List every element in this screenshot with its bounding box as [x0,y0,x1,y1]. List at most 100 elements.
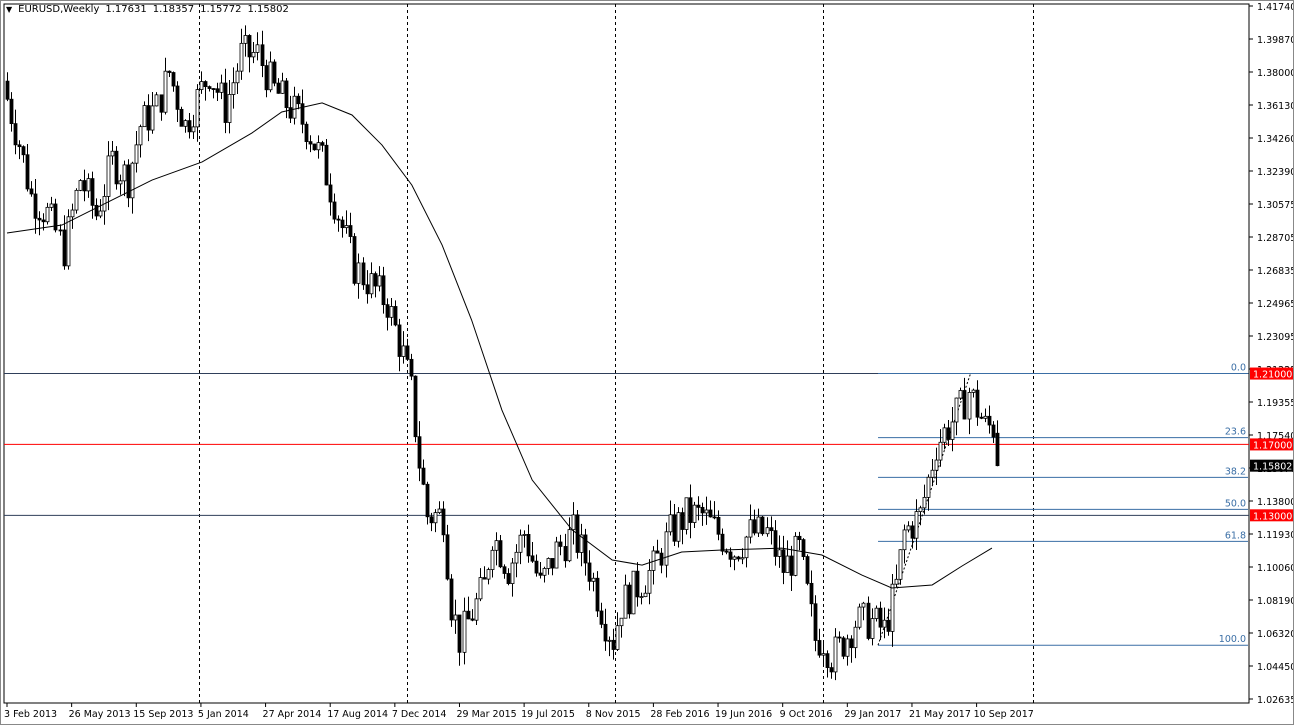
x-tick-label: 19 Jul 2015 [521,709,575,720]
candle-body [336,218,341,221]
candle-body [462,610,467,653]
candle-body [623,584,628,619]
candle-body [558,541,563,547]
candle-body [599,610,604,625]
candle-body [187,120,192,133]
candle-body [37,217,42,221]
candle-body [332,201,337,220]
current-price-label: 1.15802 [1253,462,1292,473]
x-tick-label: 9 Oct 2016 [780,709,833,720]
symbol-timeframe: EURUSD,Weekly [18,4,100,15]
dropdown-triangle-icon[interactable]: ▼ [6,5,12,14]
candle-body [607,639,612,642]
chart-window[interactable]: ▼ EURUSD,Weekly 1.17631 1.18357 1.15772 … [0,0,1294,725]
candle-body [276,82,281,94]
candle-body [631,570,636,615]
candle-body [510,562,515,584]
candle-body [235,70,240,84]
candle-body [9,98,14,125]
candle-body [546,558,551,569]
candle-body [946,427,951,440]
candle-body [716,517,721,535]
candle-body [110,150,115,157]
candle-body [142,105,147,128]
candle-body [437,508,442,514]
x-tick-label: 28 Feb 2016 [650,709,709,720]
candle-body [312,143,317,151]
candle-body [987,415,992,426]
candle-body [219,82,224,93]
candle-body [445,534,450,580]
candle-body [45,206,50,223]
candle-body [534,560,539,574]
candle-body [938,441,943,461]
candle-body [179,108,184,127]
candle-body [409,358,414,377]
candle-body [760,516,765,535]
y-tick-label: 1.10060 [1257,563,1294,574]
y-tick-label: 1.04450 [1257,662,1294,673]
candle-body [692,504,697,523]
candle-body [530,555,535,562]
candle-body [647,570,652,594]
x-tick-label: 17 Aug 2014 [327,709,388,720]
candle-body [175,85,180,110]
candle-body [385,304,390,318]
fibonacci-level-label: 61.8 [1225,530,1246,541]
x-tick-label: 5 Jan 2014 [198,709,249,720]
candle-body [712,516,717,519]
candle-body [627,584,632,615]
candle-body [433,512,438,524]
candle-body [5,80,10,100]
candle-body [522,534,527,536]
candle-body [365,284,370,295]
y-tick-label: 1.24965 [1257,299,1294,310]
candle-body [66,216,71,267]
candle-body [247,35,252,58]
candle-body [183,120,188,127]
candle-body [413,375,418,438]
candle-body [732,556,737,560]
candle-body [756,516,761,534]
candle-body [910,525,915,539]
candle-body [502,566,507,574]
candle-body [389,306,394,318]
candle-body [421,467,426,485]
candle-body [777,549,782,557]
candle-body [878,607,883,628]
candle-body [833,636,838,673]
candle-body [773,530,778,557]
candle-body [41,219,46,223]
candle-body [328,184,333,203]
candle-body [33,193,38,219]
ohlc-open: 1.17631 [105,4,147,15]
candle-body [704,509,709,514]
y-tick-label: 1.41740 [1257,2,1294,13]
candle-body [506,573,511,584]
candle-body [882,619,887,628]
candle-body [781,549,786,573]
candle-body [425,483,430,518]
candle-body [926,476,931,498]
price-chart[interactable]: 1.41740 1.39870 1.38000 1.36130 1.34260 1.323… [0,0,1294,725]
candle-body [284,80,289,109]
x-tick-label: 29 Jan 2017 [844,709,901,720]
candle-body [902,529,907,551]
candle-body [898,549,903,580]
candle-body [340,219,345,229]
candle-body [272,61,277,84]
candle-body [805,556,810,584]
candle-body [983,415,988,419]
fibonacci-level-label: 23.6 [1225,427,1246,438]
y-tick-label: 1.28705 [1257,233,1294,244]
candle-body [25,154,30,190]
candle-body [603,623,608,642]
candle-body [474,598,479,621]
candle-body [817,640,822,656]
candle-body [264,65,269,91]
candle-body [554,541,559,569]
candle-body [243,35,248,44]
x-tick-label: 15 Sep 2013 [133,709,193,720]
y-tick-label: 1.08190 [1257,596,1294,607]
candle-body [967,392,972,420]
